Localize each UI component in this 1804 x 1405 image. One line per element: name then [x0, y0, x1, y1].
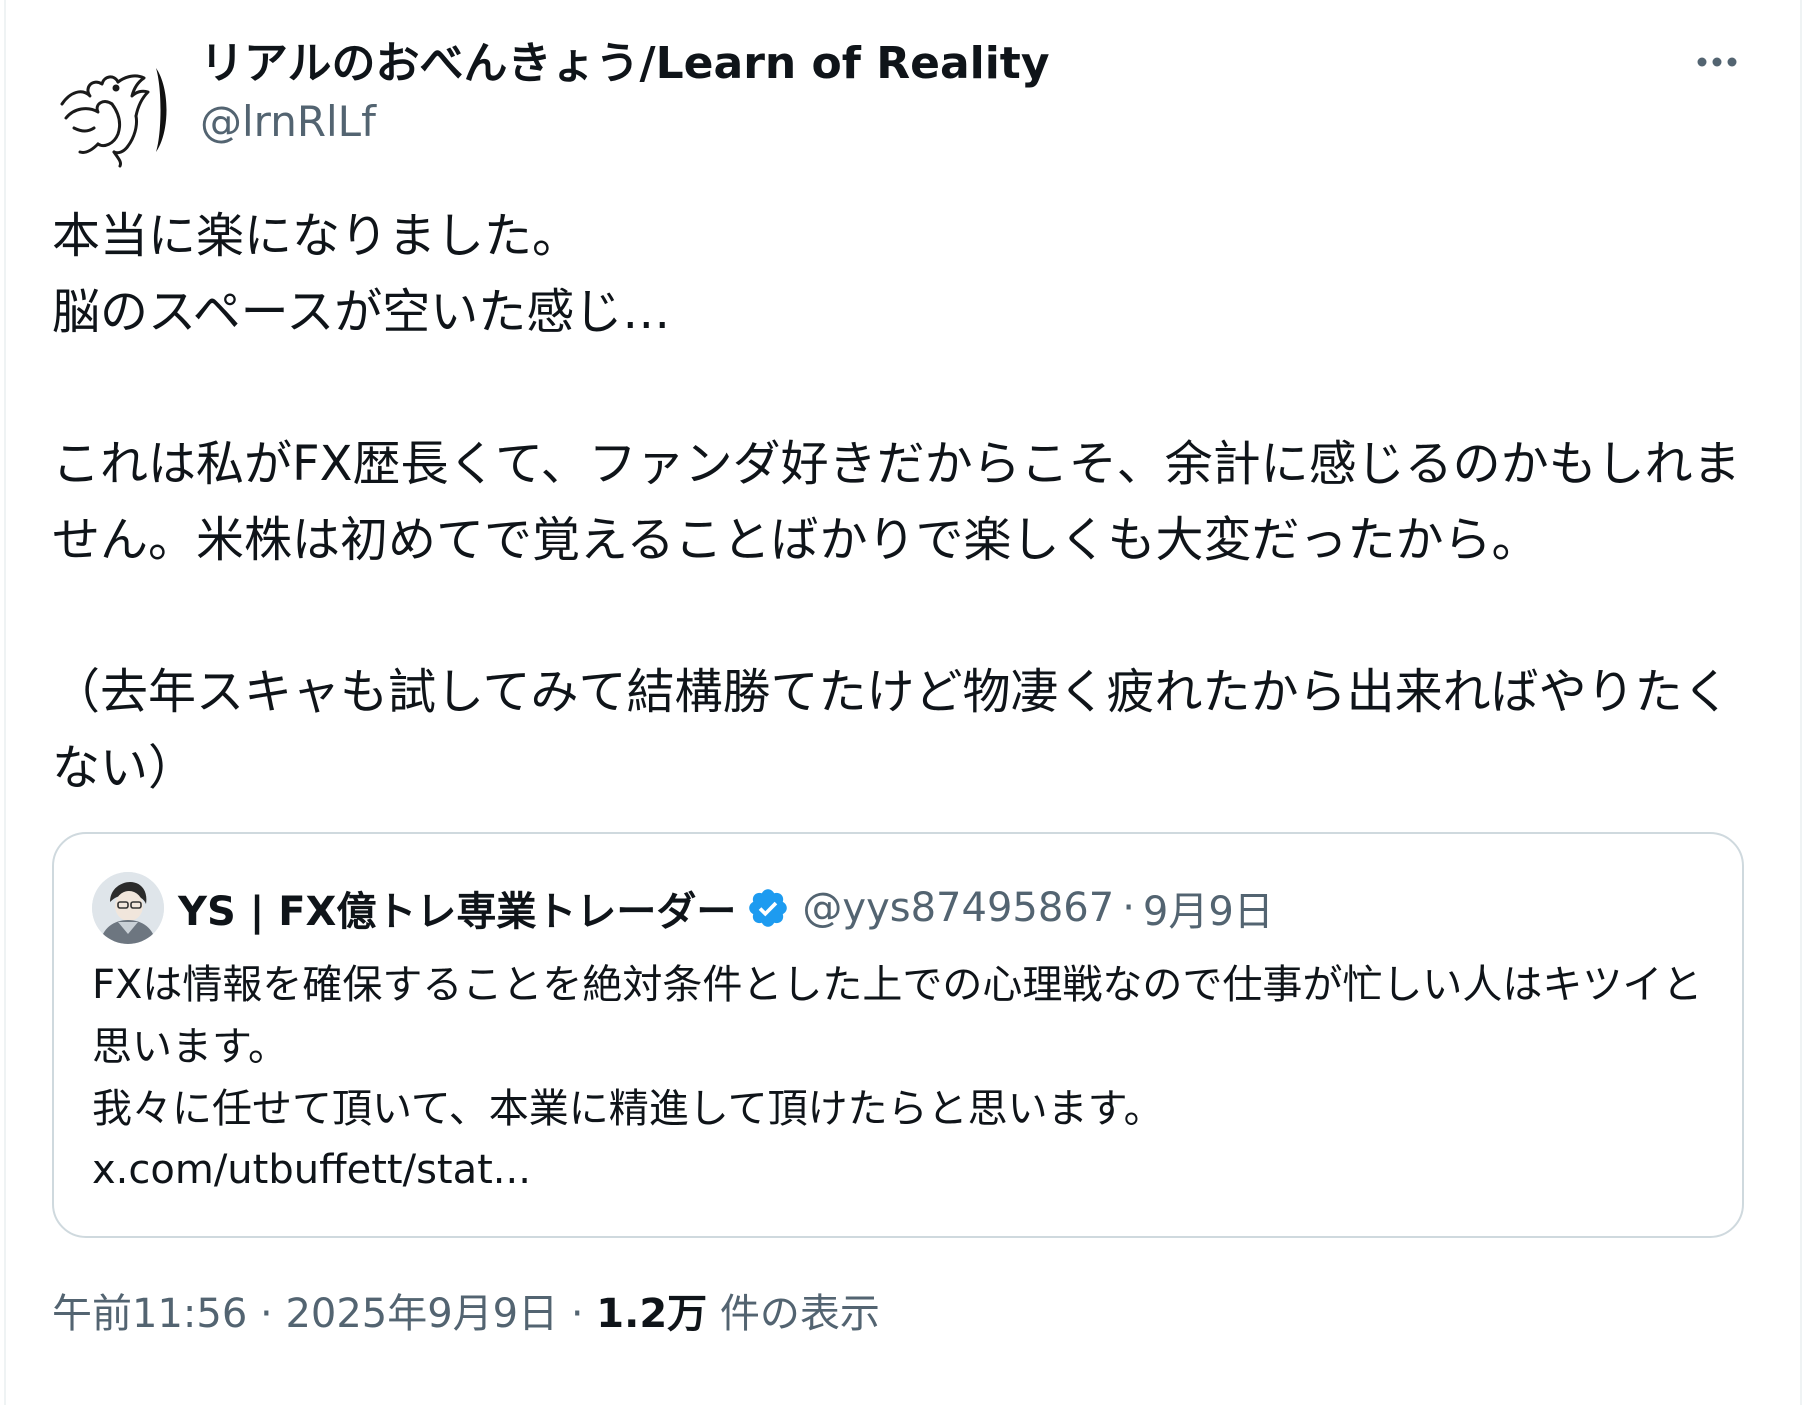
- tweet-time[interactable]: 午前11:56: [52, 1291, 247, 1337]
- tweet-meta: 午前11:56 · 2025年9月9日 · 1.2万 件の表示: [52, 1284, 880, 1344]
- frame-border-left: [4, 0, 6, 1405]
- author-display-name[interactable]: リアルのおべんきょう/Learn of Reality: [200, 36, 1050, 92]
- author-avatar[interactable]: [52, 48, 176, 172]
- phoenix-bird-icon: [52, 48, 176, 172]
- author-handle[interactable]: @lrnRlLf: [200, 92, 1050, 152]
- views-count: 1.2万: [596, 1291, 708, 1337]
- quoted-tweet-card[interactable]: YS | FX億トレ専業トレーダー @yys87495867 · 9月9日 FX…: [52, 832, 1744, 1238]
- tweet-date[interactable]: 2025年9月9日: [285, 1291, 558, 1337]
- more-dots-icon: [1697, 57, 1737, 67]
- tweet: リアルのおべんきょう/Learn of Reality @lrnRlLf 本当に…: [52, 30, 1752, 1337]
- meta-separator: ·: [570, 1291, 584, 1337]
- quoted-tweet-date: 9月9日: [1142, 889, 1274, 935]
- verified-badge-icon: [746, 886, 790, 930]
- quoted-header-separator: ·: [1122, 885, 1135, 931]
- tweet-text: 本当に楽になりました。 脳のスペースが空いた感じ… これは私がFX歴長くて、ファ…: [52, 208, 1741, 796]
- quoted-tweet-text: FXは情報を確保することを絶対条件とした上での心理戦なので仕事が忙しい人はキツイ…: [92, 962, 1703, 1132]
- views-label: 件の表示: [707, 1291, 880, 1337]
- more-options-button[interactable]: [1682, 40, 1752, 84]
- quoted-author-name: YS | FX億トレ専業トレーダー: [178, 889, 737, 935]
- quoted-author-avatar: [92, 872, 164, 944]
- meta-separator: ·: [260, 1291, 273, 1337]
- quoted-author-handle: @yys87495867: [802, 885, 1115, 931]
- author-info: リアルのおべんきょう/Learn of Reality @lrnRlLf: [200, 36, 1050, 152]
- frame-border-right: [1800, 0, 1802, 1405]
- quoted-tweet-link[interactable]: x.com/utbuffett/stat...: [92, 1140, 531, 1200]
- person-avatar-icon: [92, 872, 164, 944]
- tweet-header: リアルのおべんきょう/Learn of Reality @lrnRlLf: [52, 30, 1752, 172]
- quoted-tweet-header: YS | FX億トレ専業トレーダー @yys87495867 · 9月9日: [92, 872, 1274, 944]
